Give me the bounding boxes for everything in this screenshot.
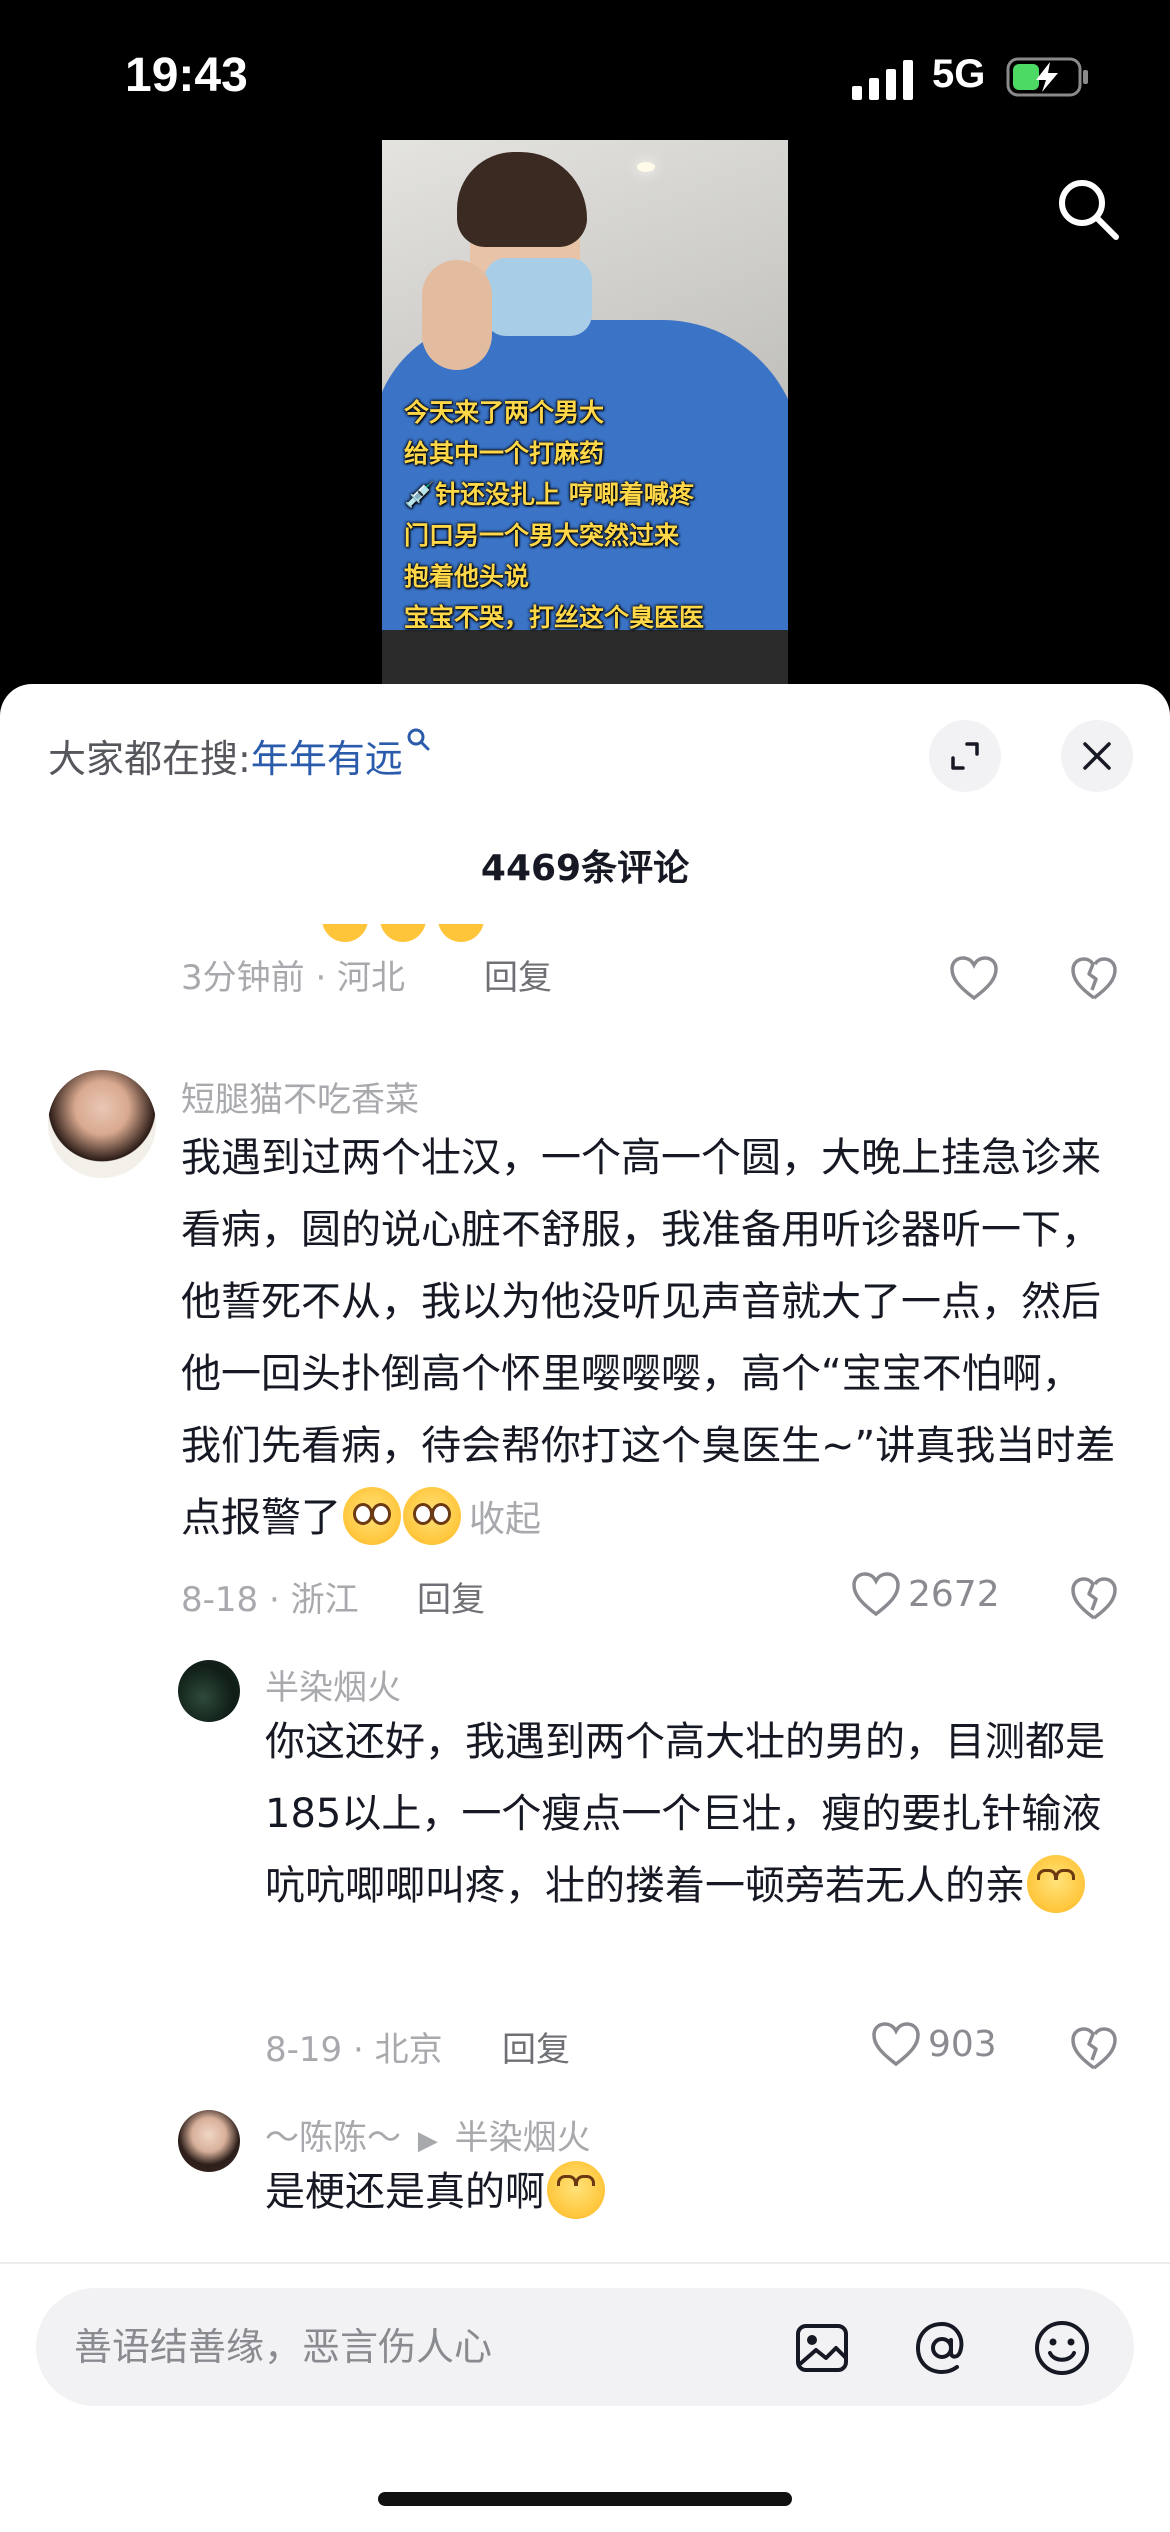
username[interactable]: 半染烟火	[265, 1660, 401, 1709]
close-icon	[1083, 742, 1111, 770]
doctor-hand	[422, 260, 492, 370]
dislike-heart-icon[interactable]	[1070, 2024, 1118, 2072]
comment-text: 你这还好，我遇到两个高大壮的男的，目测都是185以上，一个瘦点一个巨壮，瘦的要扎…	[265, 1706, 1115, 1922]
comment-text-body: 是梗还是真的啊	[265, 2169, 545, 2215]
comment-count: 4469条评论	[480, 848, 690, 889]
caption-line: 给其中一个打麻药	[404, 439, 605, 468]
emoji-icon	[403, 1487, 461, 1545]
keyboard	[382, 630, 788, 685]
emoji-icon[interactable]	[1032, 2318, 1092, 2378]
trending-search-prefix: 大家都在搜:	[48, 737, 251, 781]
avatar[interactable]	[178, 1660, 240, 1722]
username[interactable]: 短腿猫不吃香菜	[181, 1072, 419, 1121]
laugh-cry-emoji-icon	[547, 2161, 605, 2219]
caption-line: 抱着他头说	[404, 562, 530, 591]
partial-comment-emojis	[322, 924, 496, 946]
caption-line: 宝宝不哭，打丝这个臭医医	[404, 603, 705, 632]
comment-meta: 8-18 · 浙江	[181, 1580, 359, 1620]
comment-meta: 8-19 · 北京	[265, 2030, 443, 2070]
caption-line: 今天来了两个男大	[404, 398, 605, 427]
comment-text-body: 我遇到过两个壮汉，一个高一个圆，大晚上挂急诊来看病，圆的说心脏不舒服，我准备用听…	[181, 1135, 1116, 1541]
search-icon[interactable]	[1052, 173, 1124, 245]
dislike-heart-icon[interactable]	[1070, 954, 1118, 1002]
comment-text-body: 你这还好，我遇到两个高大壮的男的，目测都是185以上，一个瘦点一个巨壮，瘦的要扎…	[265, 1719, 1105, 1909]
dislike-heart-icon[interactable]	[1070, 1574, 1118, 1622]
caption-line: 💉针还没扎上 哼唧着喊疼	[404, 480, 694, 509]
like-count: 903	[928, 2023, 997, 2065]
avatar[interactable]	[178, 2110, 240, 2172]
signal-icon	[852, 60, 913, 100]
network-type: 5G	[932, 52, 986, 96]
comment-text: 我遇到过两个壮汉，一个高一个圆，大晚上挂急诊来看病，圆的说心脏不舒服，我准备用听…	[181, 1122, 1121, 1556]
status-time: 19:43	[125, 49, 248, 102]
home-indicator	[378, 2492, 792, 2506]
username[interactable]: ～陈陈～	[265, 2118, 401, 2158]
comment-input[interactable]	[74, 2318, 774, 2376]
like-button[interactable]: 903	[870, 2020, 997, 2068]
surgical-mask	[484, 258, 592, 336]
battery-charging-icon	[1006, 57, 1088, 97]
collapse-button[interactable]: 收起	[469, 1499, 541, 1540]
at-icon[interactable]	[912, 2318, 972, 2378]
image-icon[interactable]	[792, 2318, 852, 2378]
laugh-cry-emoji-icon	[1027, 1855, 1085, 1913]
close-button[interactable]	[1061, 720, 1133, 792]
reply-button[interactable]: 回复	[484, 950, 552, 999]
emoji-icon	[343, 1487, 401, 1545]
like-count: 2672	[908, 1573, 1000, 1615]
search-icon	[407, 728, 430, 751]
status-bar: 19:43 5G	[0, 0, 1170, 140]
heart-icon	[872, 2022, 920, 2067]
comment-list[interactable]: 3分钟前 · 河北 回复 短腿猫不吃香菜 我遇到过两个壮汉，一个高一个圆，大晚上…	[0, 924, 1170, 2264]
expand-icon	[951, 742, 979, 770]
expand-button[interactable]	[929, 720, 1001, 792]
reply-button[interactable]: 回复	[417, 1572, 485, 1621]
comment-panel: 大家都在搜:年年有远 4469条评论 3分钟前 · 河北 回复 短腿猫不吃香菜 …	[0, 684, 1170, 2532]
comment-input-box[interactable]	[36, 2288, 1134, 2406]
heart-icon[interactable]	[948, 954, 1000, 1002]
avatar[interactable]	[48, 1070, 156, 1178]
reply-to-username[interactable]: 半染烟火	[455, 2118, 591, 2158]
reply-button[interactable]: 回复	[502, 2022, 570, 2071]
trending-search[interactable]: 大家都在搜:年年有远	[48, 728, 433, 783]
video-thumbnail[interactable]: 今天来了两个男大 给其中一个打麻药 💉针还没扎上 哼唧着喊疼 门口另一个男大突然…	[382, 140, 788, 685]
comment-input-bar	[0, 2262, 1170, 2532]
comment-meta: 3分钟前 · 河北	[181, 958, 406, 998]
reply-header: ～陈陈～ ▶ 半染烟火	[265, 2110, 591, 2159]
comment-text: 是梗还是真的啊	[265, 2156, 1115, 2228]
video-caption: 今天来了两个男大 给其中一个打麻药 💉针还没扎上 哼唧着喊疼 门口另一个男大突然…	[404, 392, 784, 638]
reply-arrow-icon: ▶	[417, 2126, 438, 2156]
caption-line: 门口另一个男大突然过来	[404, 521, 680, 550]
like-button[interactable]: 2672	[850, 1570, 1000, 1618]
ceiling-light	[637, 162, 655, 172]
trending-search-keyword[interactable]: 年年有远	[251, 737, 403, 781]
heart-icon	[852, 1572, 900, 1617]
